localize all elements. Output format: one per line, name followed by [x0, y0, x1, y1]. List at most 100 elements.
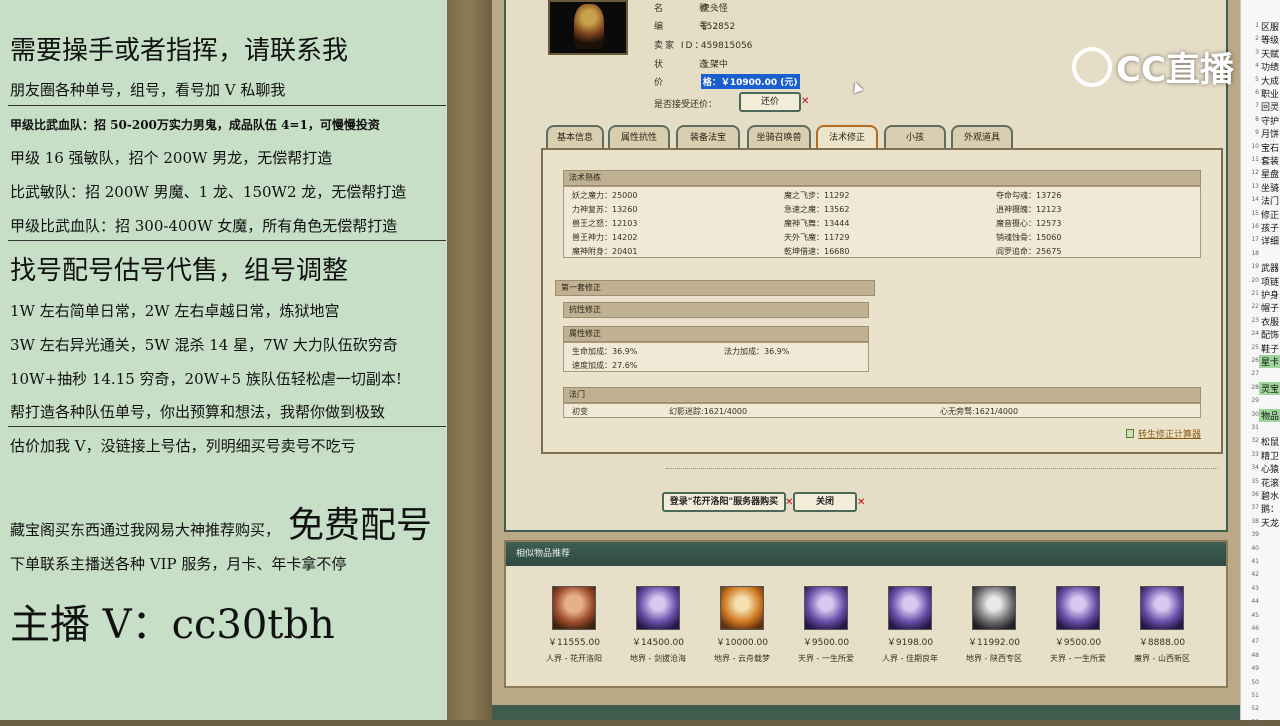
avatar[interactable] [1056, 586, 1100, 630]
famen-cell: 幻影迷踪:1621/4000 [669, 407, 748, 416]
panel-line: 下单联系主播送各种 VIP 服务，月卡、年卡拿不停 [10, 555, 347, 573]
row-cell[interactable]: 区服 [1261, 20, 1279, 33]
close-x-icon[interactable]: ✕ [801, 96, 809, 107]
attr-correction-header: 属性修正 [563, 326, 869, 342]
panel-line: 3W 左右异光通关，5W 混杀 14 星，7W 大力队伍砍穷奇 [10, 336, 398, 354]
tab-basic-info[interactable]: 基本信息 [546, 125, 604, 149]
row-cell[interactable]: 宝石 [1261, 141, 1279, 154]
row-cell[interactable]: 护身 [1261, 288, 1279, 301]
row-cell[interactable]: 孩子 [1261, 221, 1279, 234]
avatar[interactable] [1140, 586, 1184, 630]
avatar[interactable] [636, 586, 680, 630]
avatar[interactable] [804, 586, 848, 630]
mastery-cell: 魔神飞舞：13444 [784, 219, 850, 228]
row-cell[interactable]: 坐骑 [1261, 181, 1279, 194]
correction-set-header: 第一套修正 [555, 280, 875, 296]
status-row: 状 态： 上架中 [654, 57, 728, 70]
row-cell[interactable]: 物品 [1261, 409, 1279, 422]
row-cell[interactable]: 花滚 [1261, 476, 1279, 489]
famen-cell: 初变 [572, 407, 588, 416]
similar-item[interactable]: ￥14500.00 地界 - 剑拔沧海 [616, 586, 700, 664]
mastery-cell: 销魂蚀骨：15060 [996, 233, 1062, 242]
row-cell[interactable]: 修正 [1261, 208, 1279, 221]
avatar[interactable] [972, 586, 1016, 630]
streamer-contact: 主播 V：cc30tbh [10, 602, 335, 648]
tab-attributes[interactable]: 属性抗性 [608, 125, 670, 149]
similar-item[interactable]: ￥9500.00 天界 - 一生所爱 [784, 586, 868, 664]
rebirth-calculator-link[interactable]: 转生修正计算器 [1126, 427, 1201, 440]
row-cell[interactable]: 天龙 [1261, 516, 1279, 529]
tab-equipment[interactable]: 装备法宝 [676, 125, 740, 149]
divider [8, 426, 446, 427]
row-cell[interactable]: 灵宝 [1261, 382, 1279, 395]
tab-mount-summon[interactable]: 坐骑召唤兽 [747, 125, 811, 149]
row-cell[interactable]: 法门 [1261, 194, 1279, 207]
row-cell[interactable]: 精卫 [1261, 449, 1279, 462]
similar-items-panel: 相似物品推荐 ￥11555.00 人界 - 花开洛阳 ￥14500.00 地界 … [504, 540, 1228, 688]
item-price: ￥9198.00 [886, 638, 934, 648]
divider [666, 468, 1218, 469]
streamer-info-panel: 需要操手或者指挥，请联系我 朋友圈各种单号，组号，看号加 V 私聊我 甲级比武血… [0, 0, 447, 720]
seller-id: 459815056 [700, 41, 753, 51]
mastery-cell: 急速之魔：13562 [784, 205, 850, 214]
row-cell[interactable]: 星卡 [1261, 355, 1279, 368]
avatar[interactable] [552, 586, 596, 630]
attr-cell: 法力加成：36.9% [724, 347, 790, 356]
tab-child[interactable]: 小孩 [884, 125, 946, 149]
item-server: 人界 - 佳期良年 [882, 654, 938, 663]
panel-line: 朋友圈各种单号，组号，看号加 V 私聊我 [10, 81, 286, 99]
similar-item[interactable]: ￥9500.00 天界 - 一生所爱 [1036, 586, 1120, 664]
item-price: ￥9500.00 [1054, 638, 1102, 648]
row-cell[interactable]: 松鼠 [1261, 435, 1279, 448]
row-cell[interactable]: 等级 [1261, 33, 1279, 46]
row-cell[interactable]: 详细 [1261, 234, 1279, 247]
row-cell[interactable]: 衣服 [1261, 315, 1279, 328]
row-cell[interactable]: 项链 [1261, 275, 1279, 288]
similar-item[interactable]: ￥8888.00 魔界 - 山西新区 [1120, 586, 1204, 664]
spell-mastery-table: 妖之魔力：25000 魔之飞步：11292 夺命勾魂：13726 力神复苏：13… [563, 186, 1201, 258]
tab-appearance[interactable]: 外观道具 [951, 125, 1013, 149]
mastery-cell: 兽王神力：14202 [572, 233, 638, 242]
row-number: 51 [1251, 692, 1259, 699]
row-cell[interactable]: 大成 [1261, 74, 1279, 87]
price-value[interactable]: 格：￥10900.00 (元) [700, 74, 800, 89]
row-cell[interactable]: 月饼 [1261, 127, 1279, 140]
row-cell[interactable]: 配饰 [1261, 328, 1279, 341]
row-number: 28 [1251, 383, 1259, 391]
role-name-row: 名 称： 虎头怪 [654, 1, 728, 14]
close-x-icon[interactable]: ✕ [857, 497, 865, 508]
attr-correction-table: 生命加成：36.9% 法力加成：36.9% 速度加成：27.6% [563, 342, 869, 372]
similar-item[interactable]: ￥11992.00 地界 - 陕西专区 [952, 586, 1036, 664]
similar-item[interactable]: ￥9198.00 人界 - 佳期良年 [868, 586, 952, 664]
row-cell[interactable]: 心猿 [1261, 462, 1279, 475]
haggle-button[interactable]: 还价 [739, 92, 801, 112]
cc-live-watermark: CC直播 [1072, 42, 1234, 91]
row-cell[interactable]: 回灵 [1261, 100, 1279, 113]
avatar[interactable] [888, 586, 932, 630]
row-cell[interactable]: 套装 [1261, 154, 1279, 167]
row-cell[interactable]: 天赋 [1261, 47, 1279, 60]
row-cell[interactable]: 武器 [1261, 261, 1279, 274]
row-cell[interactable]: 鞋子 [1261, 342, 1279, 355]
row-cell[interactable]: 职业 [1261, 87, 1279, 100]
row-cell[interactable]: 守护 [1261, 114, 1279, 127]
row-number: 31 [1251, 424, 1259, 431]
row-cell[interactable]: 星盘 [1261, 167, 1279, 180]
similar-item[interactable]: ￥11555.00 人界 - 花开洛阳 [532, 586, 616, 664]
avatar[interactable] [720, 586, 764, 630]
similar-item[interactable]: ￥10000.00 地界 - 云舟载梦 [700, 586, 784, 664]
status-value: 上架中 [700, 60, 728, 70]
tab-spell-correction[interactable]: 法术修正 [816, 125, 878, 149]
row-number: 2 [1255, 35, 1259, 43]
row-cell[interactable]: 功绩 [1261, 60, 1279, 73]
login-server-buy-button[interactable]: 登录"花开洛阳"服务器购买 [662, 492, 786, 512]
item-server: 地界 - 剑拔沧海 [630, 654, 686, 663]
row-number: 27 [1251, 370, 1259, 378]
row-cell[interactable]: 碧水 [1261, 489, 1279, 502]
row-cell[interactable]: 鹅： [1261, 502, 1279, 515]
panel-line: 甲级比武血队：招 50-200万实力男鬼，成品队伍 4=1，可慢慢投资 [10, 118, 380, 132]
close-button[interactable]: 关闭 [793, 492, 857, 512]
row-cell[interactable]: 帽子 [1261, 301, 1279, 314]
row-number: 32 [1251, 437, 1259, 445]
panel-line: 比武敏队：招 200W 男魔、1 龙、150W2 龙，无偿帮打造 [10, 183, 407, 201]
